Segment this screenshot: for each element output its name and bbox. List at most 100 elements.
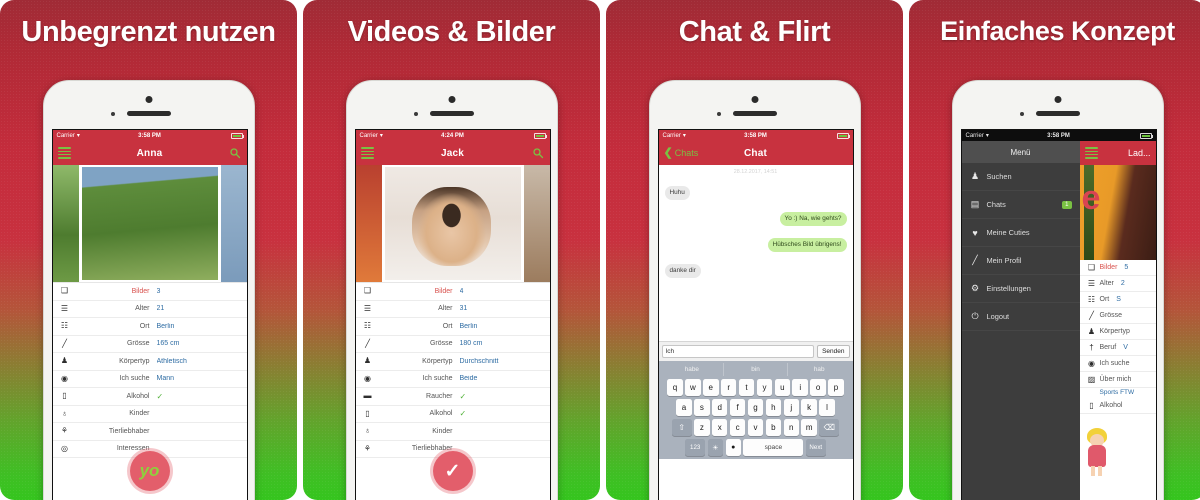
mascot-illustration — [1084, 428, 1110, 478]
keyboard-key-m[interactable]: m — [801, 419, 817, 436]
menu-item-mein-profil[interactable]: ╱ Mein Profil — [961, 247, 1080, 275]
keyboard-row-2[interactable]: asdfghjkl — [661, 399, 851, 416]
back-button[interactable]: ❮ Chats — [664, 147, 699, 159]
carousel-prev-thumb[interactable] — [355, 165, 382, 282]
keyboard-key-x[interactable]: x — [711, 419, 728, 436]
keyboard-suggestion-bar[interactable]: habe bin hab — [661, 363, 851, 376]
attribute-row: ▯ Alkohol ✓ — [355, 406, 550, 423]
keyboard-key-a[interactable]: a — [676, 399, 692, 416]
keyboard-row-1[interactable]: qwertyuiop — [661, 379, 851, 396]
status-battery-group — [1139, 132, 1153, 139]
send-button[interactable]: Senden — [817, 345, 850, 358]
attribute-label: Kinder — [129, 410, 150, 418]
space-key[interactable]: space — [743, 439, 804, 456]
shirt-icon: ♟ — [60, 356, 69, 366]
attribute-row: ▨ Über mich — [1079, 372, 1156, 388]
keyboard-key-h[interactable]: h — [765, 399, 782, 416]
panel-unbegrenzt-nutzen: Unbegrenzt nutzen Carrier ▾ 3:58 PM Anna — [0, 0, 297, 500]
menu-button[interactable] — [360, 146, 374, 161]
keyboard-key-p[interactable]: p — [828, 379, 844, 396]
carousel-prev-thumb[interactable] — [52, 165, 79, 282]
keyboard-key-j[interactable]: j — [783, 399, 800, 416]
keyboard-suggestion[interactable]: hab — [788, 363, 851, 376]
battery-icon — [836, 132, 850, 139]
keyboard-suggestion[interactable]: habe — [661, 363, 725, 376]
attribute-value: Beide — [459, 375, 478, 383]
keyboard-key-n[interactable]: n — [783, 419, 800, 436]
keyboard-suggestion[interactable]: bin — [724, 363, 788, 376]
menu-item-logout[interactable]: ⏻ Logout — [961, 303, 1080, 331]
keyboard-key-i[interactable]: i — [792, 379, 808, 396]
outgoing-message-bubble: Hübsches Bild übrigens! — [767, 238, 847, 252]
panel-chat-flirt: Chat & Flirt Carrier ▾ 3:58 PM ❮ Chats C… — [606, 0, 903, 500]
search-icon — [532, 148, 543, 159]
earpiece-speaker — [126, 111, 171, 116]
shift-key[interactable]: ⇧ — [671, 419, 692, 436]
attribute-value: 180 cm — [459, 340, 483, 348]
front-camera-icon — [751, 96, 758, 103]
ios-status-bar: Carrier ▾ 4:24 PM — [355, 130, 550, 141]
keyboard-key-g[interactable]: g — [747, 399, 764, 416]
menu-button[interactable] — [57, 146, 71, 161]
menu-item-chats[interactable]: ▤ Chats 1 — [961, 191, 1080, 219]
attribute-row: ☰ Alter 21 — [52, 301, 247, 318]
profile-attribute-list: ❑ Bilder 3 ☰ Alter 21 ☷ Ort Berlin ╱ Grösse 165 cm ♟… — [52, 283, 247, 458]
phone-screen: Carrier ▾ 4:24 PM Jack ❑ Bilder 4 ☰ Alte… — [354, 129, 551, 500]
menu-item-einstellungen[interactable]: ⚙ Einstellungen — [961, 275, 1080, 303]
next-key[interactable]: Next — [805, 439, 826, 456]
panel-title: Einfaches Konzept — [940, 16, 1175, 46]
keyboard-row-4[interactable]: 123 ☀ ● space Next — [661, 439, 851, 456]
chat-date-stamp: 28.12.2017, 14:51 — [733, 169, 778, 175]
keyboard-key-q[interactable]: q — [667, 379, 683, 396]
carousel-main-photo[interactable] — [384, 167, 521, 280]
keyboard-row-3[interactable]: ⇧ zxcvbnm ⌫ — [661, 419, 851, 436]
carousel-main-photo[interactable] — [81, 167, 218, 280]
keyboard-key-y[interactable]: y — [756, 379, 773, 396]
keyboard-key-s[interactable]: s — [694, 399, 710, 416]
yo-button[interactable]: yo — [129, 451, 170, 491]
attribute-value: 21 — [156, 305, 165, 313]
attribute-value: ✓ — [459, 409, 467, 419]
keyboard-key-f[interactable]: f — [729, 399, 746, 416]
person-icon: ♟ — [970, 171, 980, 181]
menu-item-meine-cuties[interactable]: ♥ Meine Cuties — [961, 219, 1080, 247]
search-button[interactable] — [229, 147, 241, 159]
carousel-next-thumb[interactable] — [523, 165, 550, 282]
photo-carousel[interactable] — [52, 165, 247, 283]
ruler-icon: ╱ — [1089, 310, 1094, 320]
keyboard-key-w[interactable]: w — [685, 379, 701, 396]
backspace-key[interactable]: ⌫ — [819, 419, 840, 436]
photos-icon: ❑ — [60, 286, 69, 296]
attribute-row: ▬ Raucher ✓ — [355, 388, 550, 406]
battery-icon — [1139, 132, 1153, 139]
front-camera-icon — [145, 96, 152, 103]
keyboard-key-t[interactable]: t — [738, 379, 755, 396]
menu-item-suchen[interactable]: ♟ Suchen — [961, 163, 1080, 191]
proximity-sensor-icon — [716, 112, 721, 116]
keyboard-key-c[interactable]: c — [729, 419, 746, 436]
keyboard-key-r[interactable]: r — [720, 379, 737, 396]
carousel-next-thumb[interactable] — [220, 165, 247, 282]
attribute-label: Alter — [438, 305, 453, 313]
microphone-icon[interactable]: ● — [725, 439, 741, 456]
keyboard-key-e[interactable]: e — [703, 379, 719, 396]
like-confirm-button[interactable]: ✓ — [432, 451, 473, 491]
keyboard-key-d[interactable]: d — [711, 399, 728, 416]
keyboard-key-l[interactable]: l — [819, 399, 835, 416]
keyboard-key-v[interactable]: v — [747, 419, 764, 436]
panel-videos-bilder: Videos & Bilder Carrier ▾ 4:24 PM Jack ❑… — [303, 0, 600, 500]
keyboard-key-k[interactable]: k — [801, 399, 817, 416]
hamburger-icon[interactable] — [1084, 146, 1098, 161]
keyboard-key-o[interactable]: o — [810, 379, 826, 396]
chat-message-input[interactable]: Ich — [661, 345, 815, 358]
search-button[interactable] — [532, 147, 544, 159]
attribute-label: Alkohol — [126, 392, 150, 400]
keyboard-key-u[interactable]: u — [774, 379, 791, 396]
photo-carousel[interactable] — [355, 165, 550, 283]
keyboard-key-b[interactable]: b — [765, 419, 782, 436]
content-behind-drawer[interactable]: Lad... ❑ Bilder 5 ☰ Alter 2 ☷ Ort S ╱ Grösse ♟ Körpe… — [1079, 141, 1156, 500]
city-icon: ☷ — [1087, 294, 1096, 304]
keyboard-key-z[interactable]: z — [694, 419, 710, 436]
numbers-key[interactable]: 123 — [685, 439, 706, 456]
globe-icon[interactable]: ☀ — [707, 439, 724, 456]
